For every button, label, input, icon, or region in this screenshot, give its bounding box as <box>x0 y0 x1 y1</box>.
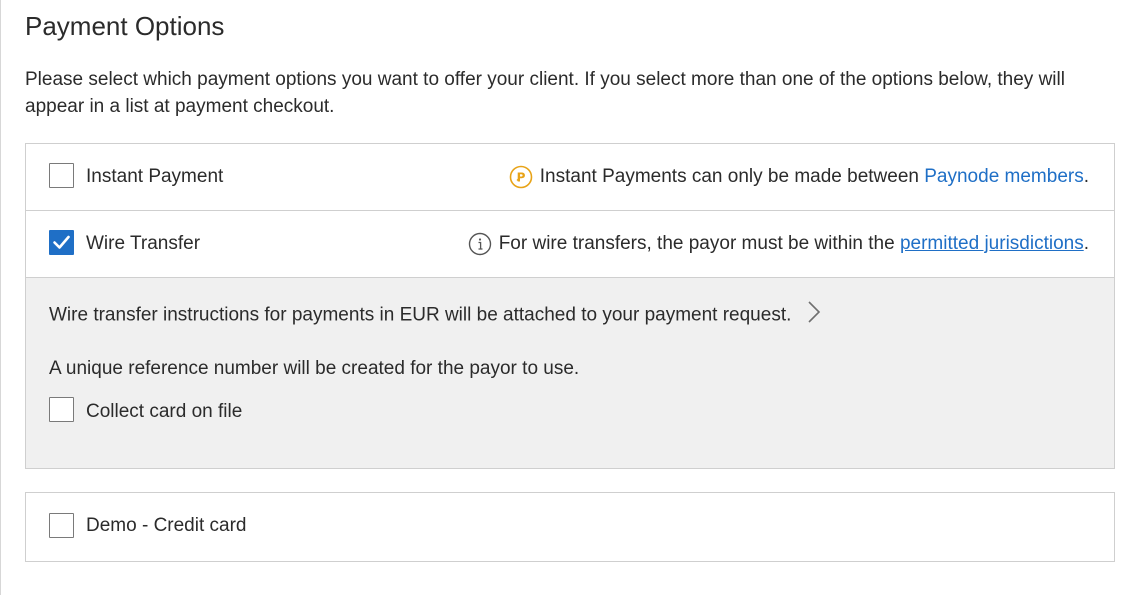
wire-transfer-label[interactable]: Wire Transfer <box>86 232 200 256</box>
permitted-jurisdictions-link[interactable]: permitted jurisdictions <box>900 232 1084 256</box>
chevron-right-icon[interactable] <box>807 300 821 331</box>
instant-payment-note: P Instant Payments can only be made betw… <box>509 165 1089 189</box>
option-row-demo-credit-card: Demo - Credit card <box>25 492 1115 562</box>
instant-payment-label[interactable]: Instant Payment <box>86 165 223 189</box>
reference-number-text: A unique reference number will be create… <box>49 358 580 379</box>
paynode-coin-icon: P <box>509 165 533 189</box>
collect-card-label[interactable]: Collect card on file <box>86 400 242 424</box>
wire-transfer-note: For wire transfers, the payor must be wi… <box>468 232 1089 256</box>
instant-payment-note-text: Instant Payments can only be made betwee… <box>539 166 919 187</box>
wire-instructions-row[interactable]: Wire transfer instructions for payments … <box>49 300 821 331</box>
paynode-members-link[interactable]: Paynode members <box>924 165 1083 189</box>
demo-credit-card-checkbox[interactable] <box>49 513 74 538</box>
collect-card-checkbox[interactable] <box>49 397 74 422</box>
wire-transfer-note-text: For wire transfers, the payor must be wi… <box>498 233 895 254</box>
wire-transfer-checkbox[interactable] <box>49 230 74 255</box>
payment-options-box: Instant Payment P Instant Payments can o… <box>25 143 1115 469</box>
checkmark-icon <box>53 235 70 249</box>
intro-text: Please select which payment options you … <box>25 69 1065 117</box>
wire-instructions-text: Wire transfer instructions for payments … <box>49 304 792 326</box>
instant-payment-checkbox[interactable] <box>49 163 74 188</box>
left-divider <box>0 0 1 595</box>
info-icon <box>468 232 492 256</box>
page-title: Payment Options <box>25 11 225 41</box>
svg-text:P: P <box>516 171 525 185</box>
instant-payment-note-suffix: . <box>1083 166 1089 187</box>
option-row-wire-transfer: Wire Transfer For wire transfers, the pa… <box>26 211 1114 278</box>
wire-transfer-details-panel: Wire transfer instructions for payments … <box>26 278 1114 468</box>
wire-transfer-note-suffix: . <box>1083 233 1089 254</box>
option-row-instant-payment: Instant Payment P Instant Payments can o… <box>26 144 1114 211</box>
demo-credit-card-label[interactable]: Demo - Credit card <box>86 514 247 538</box>
